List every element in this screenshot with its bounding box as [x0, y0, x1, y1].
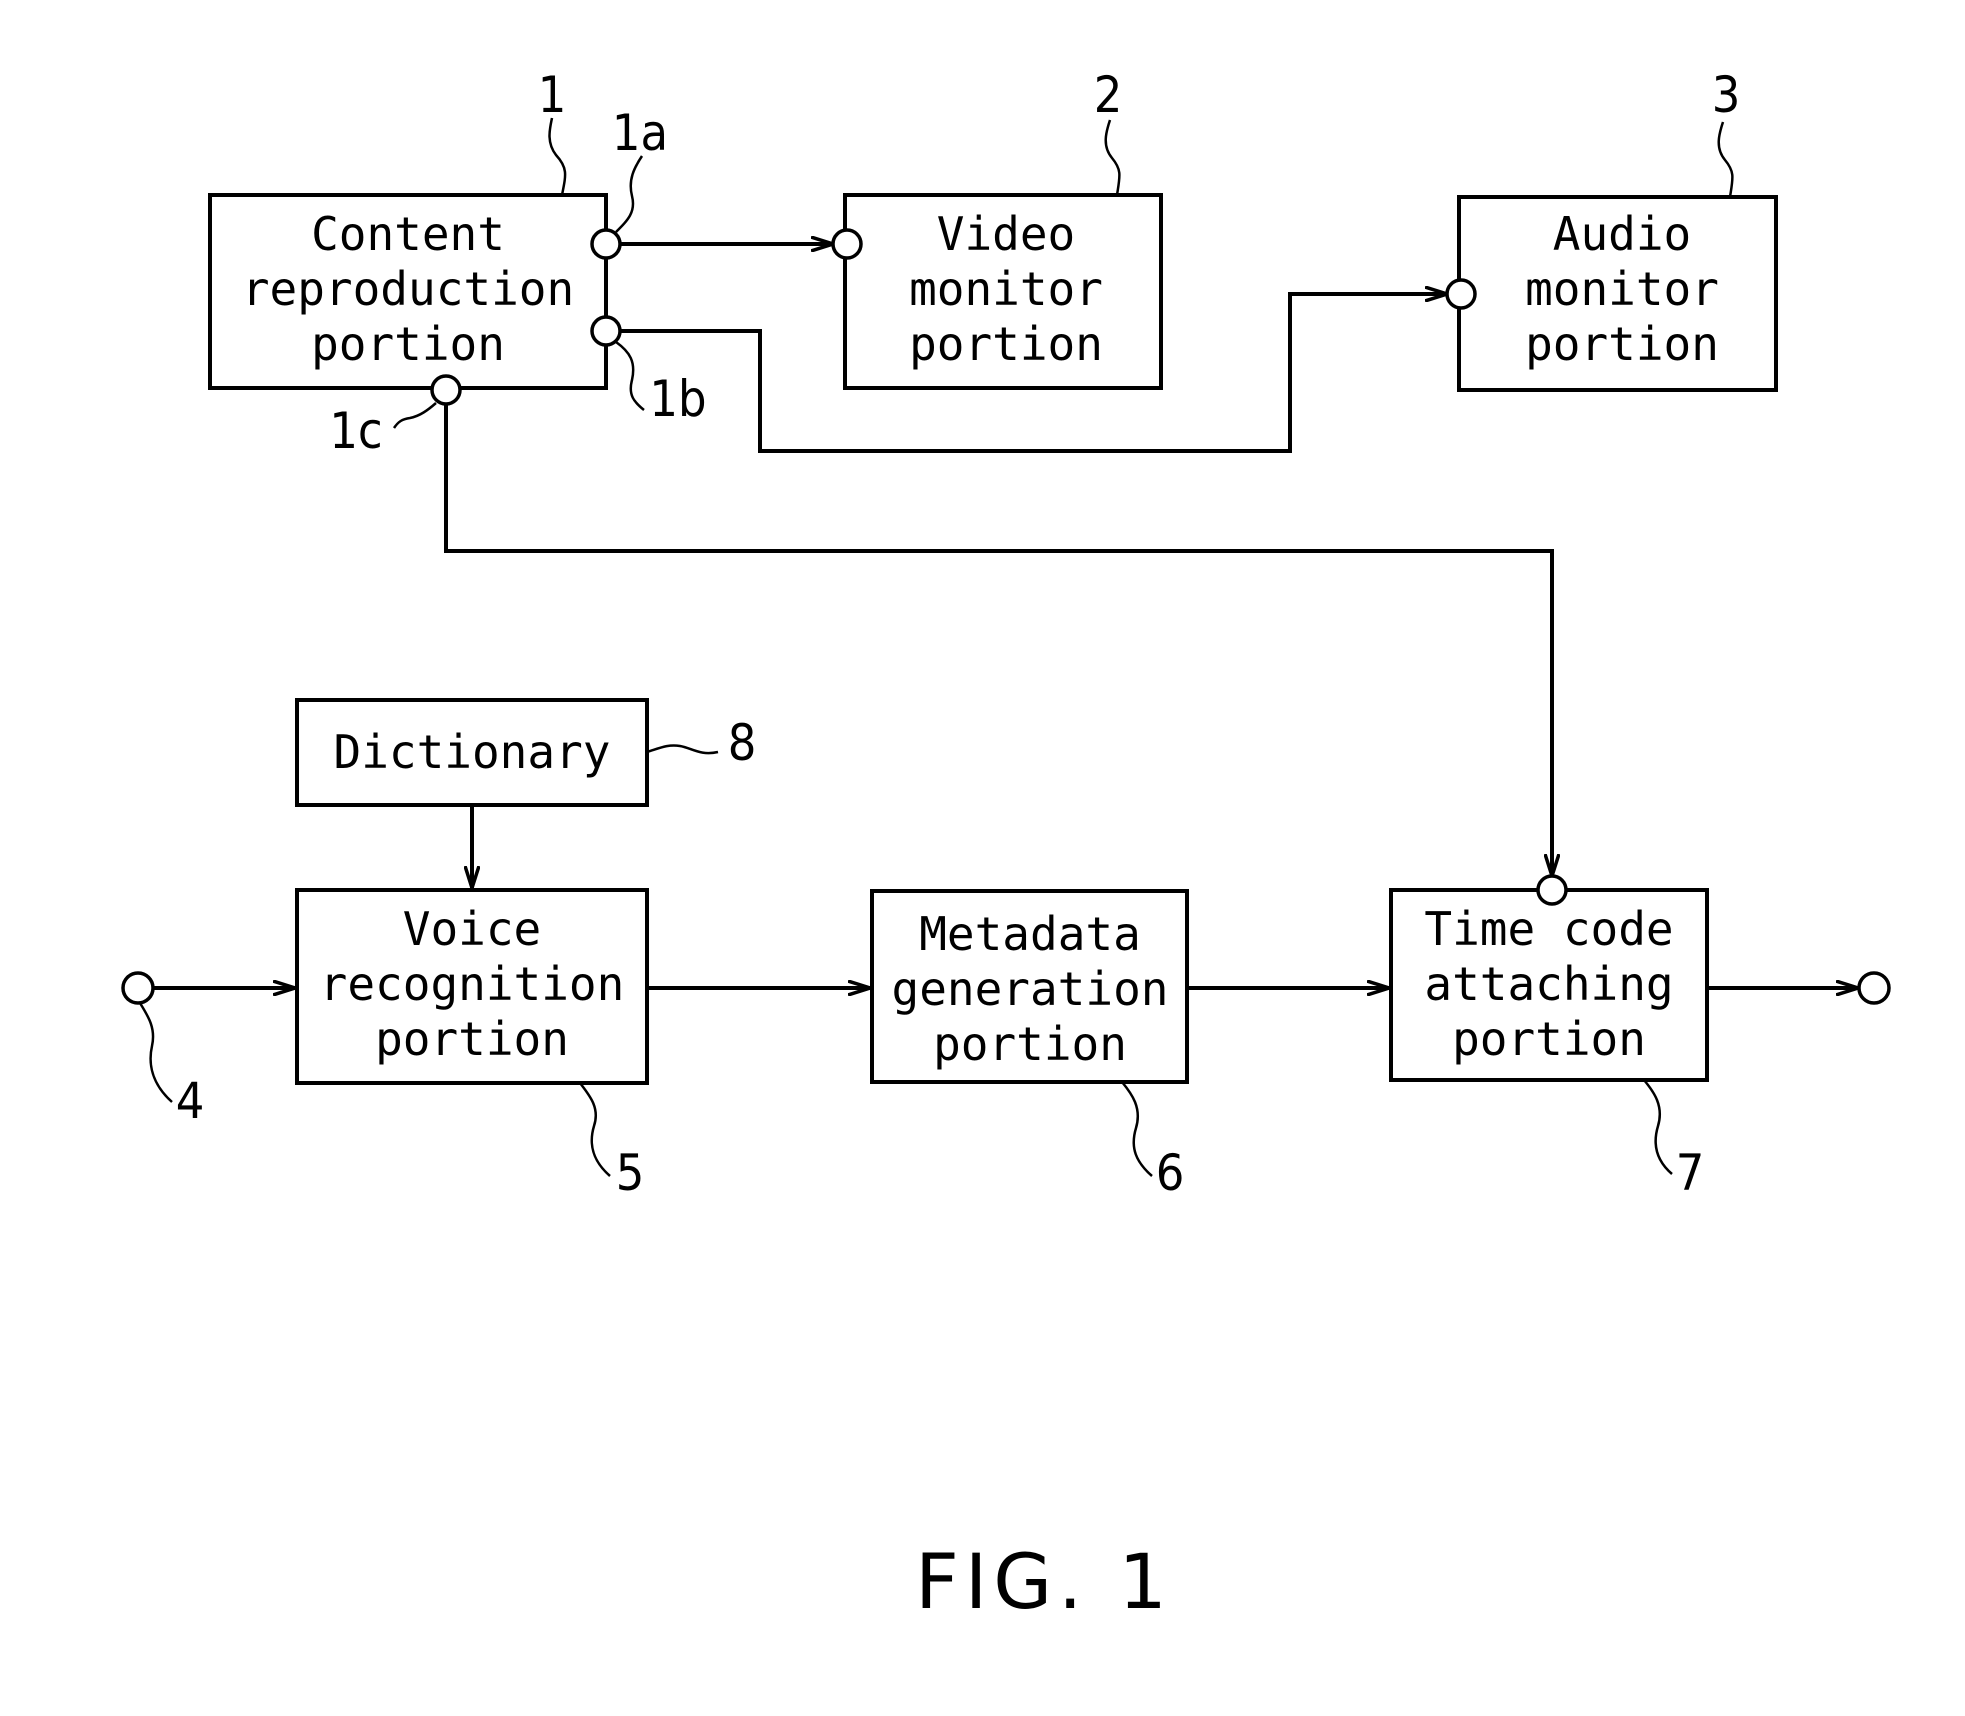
leader-4 — [138, 1002, 173, 1103]
content-reproduction-line-2: reproduction — [242, 262, 574, 316]
voice-recognition-line-3: portion — [375, 1012, 569, 1066]
leader-3 — [1717, 121, 1734, 198]
audio-input-port — [1445, 278, 1477, 310]
leader-6 — [1121, 1081, 1153, 1177]
ref-label-8: 8 — [728, 714, 757, 772]
leader-5 — [579, 1082, 611, 1177]
leader-1c — [392, 402, 437, 429]
input-terminal-4 — [121, 971, 155, 1005]
metadata-generation-line-3: portion — [933, 1017, 1127, 1071]
time-code-attaching-line-1: Time code — [1424, 902, 1673, 956]
content-reproduction-line-3: portion — [311, 317, 505, 371]
time-code-attaching-line-2: attaching — [1424, 957, 1673, 1011]
leader-8 — [646, 744, 719, 755]
dictionary-label: Dictionary — [334, 725, 611, 779]
metadata-generation-line-1: Metadata — [919, 907, 1141, 961]
ref-label-5: 5 — [616, 1144, 645, 1202]
block-diagram: Content reproduction portion Video monit… — [121, 66, 1891, 1626]
time-code-attaching-line-3: portion — [1452, 1012, 1646, 1066]
video-monitor-line-1: Video — [937, 207, 1075, 261]
leader-1a — [615, 155, 644, 233]
content-reproduction-line-1: Content — [311, 207, 505, 261]
dictionary-block: Dictionary — [295, 698, 649, 807]
ref-label-1c: 1c — [329, 402, 382, 460]
ref-label-2: 2 — [1094, 66, 1123, 124]
audio-monitor-line-2: monitor — [1525, 262, 1719, 316]
voice-recognition-line-2: recognition — [320, 957, 625, 1011]
ref-label-1: 1 — [538, 66, 567, 124]
port-1b — [590, 315, 622, 347]
time-code-input-port — [1536, 874, 1568, 906]
ref-label-6: 6 — [1156, 1144, 1185, 1202]
port-1c — [430, 374, 462, 406]
ref-label-3: 3 — [1712, 66, 1741, 124]
ref-label-1a: 1a — [612, 104, 668, 162]
ref-label-4: 4 — [176, 1072, 205, 1130]
figure-caption: FIG. 1 — [915, 1537, 1173, 1626]
video-monitor-block: Video monitor portion — [843, 193, 1163, 390]
content-reproduction-block: Content reproduction portion — [208, 193, 608, 390]
video-monitor-line-3: portion — [909, 317, 1103, 371]
audio-monitor-line-3: portion — [1525, 317, 1719, 371]
video-input-port — [831, 228, 863, 260]
time-code-attaching-block: Time code attaching portion — [1389, 888, 1709, 1082]
output-terminal — [1857, 971, 1891, 1005]
video-monitor-line-2: monitor — [909, 262, 1103, 316]
leader-2 — [1104, 119, 1121, 196]
metadata-generation-line-2: generation — [892, 962, 1169, 1016]
voice-recognition-block: Voice recognition portion — [295, 888, 649, 1085]
ref-label-7: 7 — [1676, 1144, 1705, 1202]
ref-label-1b: 1b — [649, 370, 706, 428]
leader-1 — [548, 117, 567, 196]
leader-7 — [1643, 1079, 1673, 1175]
metadata-generation-block: Metadata generation portion — [870, 889, 1189, 1084]
audio-monitor-block: Audio monitor portion — [1457, 195, 1778, 392]
port-1a — [590, 228, 622, 260]
audio-monitor-line-1: Audio — [1553, 207, 1691, 261]
leader-1b — [615, 340, 645, 411]
voice-recognition-line-1: Voice — [403, 902, 541, 956]
